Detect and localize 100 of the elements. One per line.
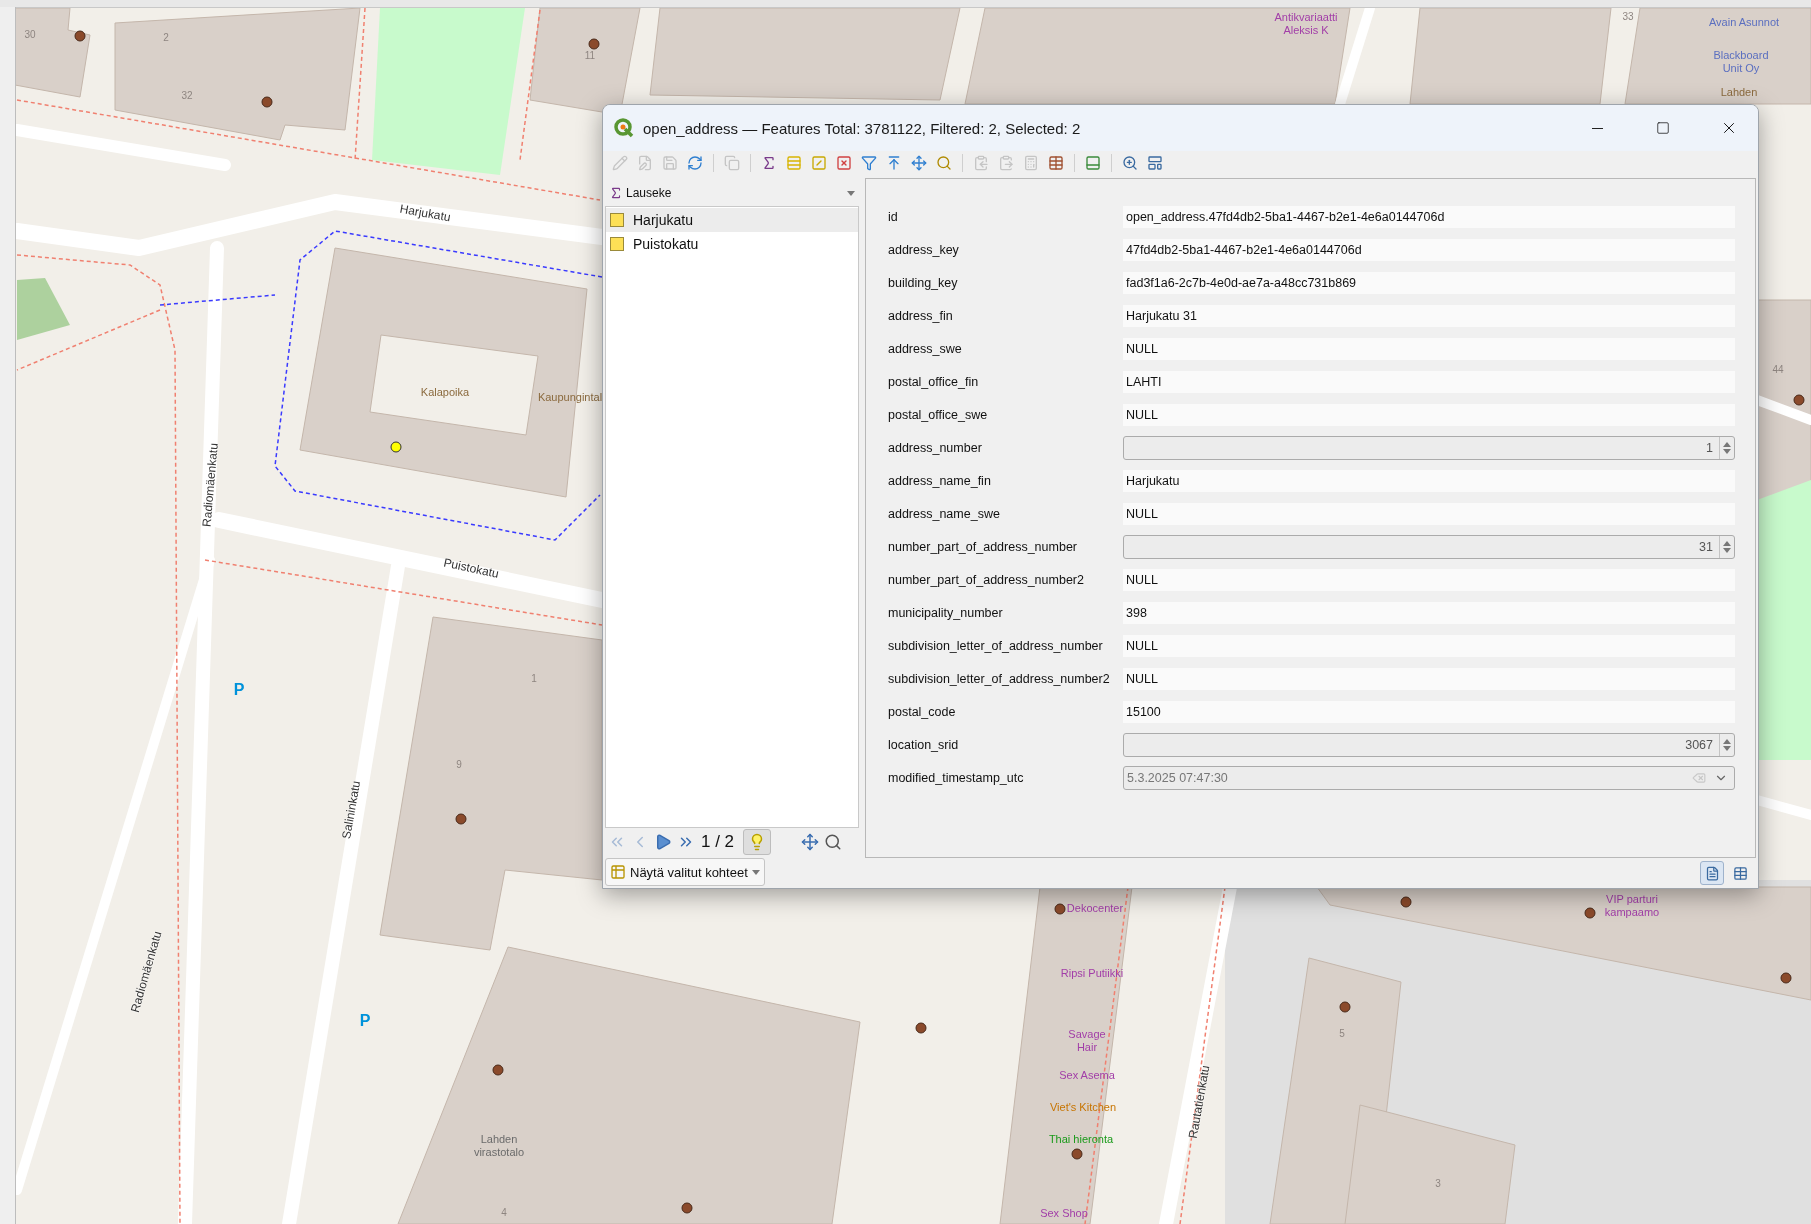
text-field[interactable]: 47fd4db2-5ba1-4467-b2e1-4e6a0144706d	[1123, 238, 1735, 261]
field-label: address_name_fin	[888, 473, 992, 488]
place-label: Ripsi Putiikki	[1060, 966, 1124, 980]
text-field[interactable]: LAHTI	[1123, 370, 1735, 393]
feature-item[interactable]: Puistokatu	[606, 232, 858, 256]
text-field[interactable]: open_address.47fd4db2-5ba1-4467-b2e1-4e6a0144706d	[1123, 205, 1735, 228]
selected-address-point	[390, 441, 402, 453]
text-field[interactable]: NULL	[1123, 337, 1735, 360]
dock-icon	[1085, 154, 1101, 171]
address-point	[1793, 394, 1805, 406]
symbol-swatch-icon	[610, 237, 624, 251]
field-calc-icon	[1023, 154, 1039, 171]
place-label: Antikvariaatti Aleksis K	[1273, 11, 1339, 37]
place-label: Savage Hair	[1067, 1028, 1107, 1054]
place-label: Thai hieronta	[1048, 1132, 1114, 1146]
invert-icon	[811, 154, 827, 171]
house-number: 33	[1622, 11, 1634, 23]
text-field[interactable]: Harjukatu	[1123, 469, 1735, 492]
conditional-icon	[1048, 154, 1064, 171]
house-number: 1	[531, 673, 537, 685]
copy-icon	[724, 154, 740, 171]
place-label: Blackboard Unit Oy	[1712, 49, 1770, 75]
field-label: address_swe	[888, 341, 963, 356]
place-label: Kaupungintal	[537, 390, 603, 404]
address-point	[681, 1202, 693, 1214]
text-field[interactable]: NULL	[1123, 568, 1735, 591]
address-point	[455, 813, 467, 825]
highlight-toggle[interactable]	[743, 829, 772, 855]
place-label: Viet's Kitchen	[1049, 1100, 1117, 1114]
text-field[interactable]: NULL	[1123, 634, 1735, 657]
form-icon	[1704, 865, 1720, 881]
show-selected-button[interactable]: Näytä valitut kohteet	[605, 858, 765, 886]
field-label: building_key	[888, 275, 959, 290]
place-label: VIP parturi kampaamo	[1603, 893, 1661, 919]
field-label: subdivision_letter_of_address_number	[888, 638, 1104, 653]
address-point	[588, 38, 600, 50]
form-icon	[1147, 154, 1163, 171]
field-label: postal_office_swe	[888, 407, 989, 422]
field-label: postal_office_fin	[888, 374, 980, 389]
house-number: 9	[456, 759, 462, 771]
street-label: Puistokatu	[442, 556, 500, 582]
field-label: modified_timestamp_utc	[888, 770, 1025, 785]
text-field[interactable]: 398	[1123, 601, 1735, 624]
text-field[interactable]: Harjukatu 31	[1123, 304, 1735, 327]
field-label: postal_code	[888, 704, 957, 719]
street-label: Salininkatu	[340, 779, 364, 841]
feature-item[interactable]: Harjukatu	[606, 208, 858, 232]
move-top-icon	[886, 154, 902, 171]
text-field[interactable]: fad3f1a6-2c7b-4e0d-ae7a-a48cc731b869	[1123, 271, 1735, 294]
maximize-icon	[1656, 121, 1670, 135]
app-logo-icon	[613, 117, 635, 139]
table-icon	[610, 864, 626, 880]
expression-dropdown[interactable]: Lauseke	[605, 180, 859, 206]
zoom-icon	[936, 154, 952, 171]
field-label: address_key	[888, 242, 960, 257]
field-label: municipality_number	[888, 605, 1004, 620]
place-label: Kalapoika	[420, 385, 470, 399]
address-point	[492, 1064, 504, 1076]
move-arrows-icon	[801, 833, 820, 851]
deselect-icon	[836, 154, 852, 171]
save-icon	[662, 154, 678, 171]
text-field[interactable]: 15100	[1123, 700, 1735, 723]
field-label: address_fin	[888, 308, 954, 323]
place-label: Lahden	[1720, 85, 1758, 99]
spin-field[interactable]: 3067	[1123, 732, 1735, 757]
address-point	[1584, 907, 1596, 919]
refresh-icon	[687, 154, 703, 171]
field-label: address_name_swe	[888, 506, 1001, 521]
address-point	[1400, 896, 1412, 908]
clear-icon[interactable]	[1692, 770, 1706, 785]
place-label: Sex Asema	[1059, 1068, 1115, 1082]
house-number: 3	[1435, 1178, 1441, 1190]
text-field[interactable]: NULL	[1123, 667, 1735, 690]
place-label: Dekocenter	[1066, 901, 1124, 915]
address-point	[261, 96, 273, 108]
address-point	[1054, 903, 1066, 915]
place-label: Lahden virastotalo	[472, 1133, 526, 1159]
pan-icon	[911, 154, 927, 171]
table-icon	[1732, 865, 1748, 881]
street-label: Harjukatu	[398, 202, 452, 226]
address-point	[74, 30, 86, 42]
street-label: Radiomäenkatu	[200, 442, 222, 528]
field-label: address_number	[888, 440, 983, 455]
spin-field[interactable]: 1	[1123, 435, 1735, 460]
text-field[interactable]: NULL	[1123, 502, 1735, 525]
date-time-field[interactable]: 5.3.2025 07:47:30	[1123, 765, 1735, 790]
house-number: 32	[181, 90, 193, 102]
multi-edit-icon	[637, 154, 653, 171]
copy-cells-icon	[973, 154, 989, 171]
address-point	[1339, 1001, 1351, 1013]
place-label: Avain Asunnot	[1708, 15, 1780, 29]
magnifier-icon	[824, 833, 843, 851]
address-point	[1780, 972, 1792, 984]
text-field[interactable]: NULL	[1123, 403, 1735, 426]
symbol-swatch-icon	[610, 213, 624, 227]
spin-field[interactable]: 31	[1123, 534, 1735, 559]
minimize-icon	[1591, 127, 1603, 129]
select-expression-icon	[761, 154, 777, 171]
parking-label: P	[359, 1011, 371, 1031]
form-view-button[interactable]	[1700, 861, 1724, 885]
